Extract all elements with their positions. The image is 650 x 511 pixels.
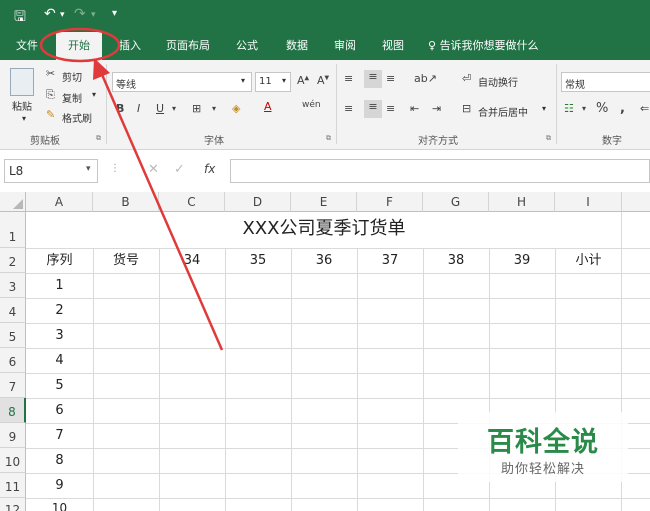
annotation-overlay [39,27,224,351]
annotation-circle [39,27,121,63]
annotation-arrow-head [93,58,110,80]
annotation-arrow-line [98,69,224,351]
